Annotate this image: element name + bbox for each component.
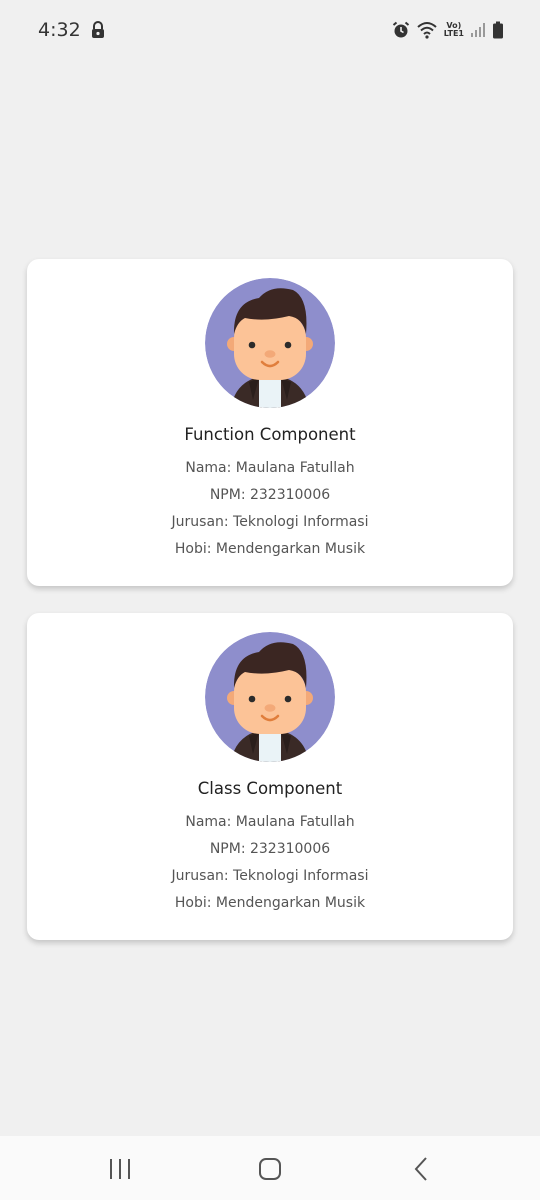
avatar xyxy=(205,632,335,762)
card-title: Function Component xyxy=(184,425,356,444)
avatar xyxy=(205,278,335,408)
profile-card-function: Function Component Nama: Maulana Fatulla… xyxy=(27,259,513,586)
wifi-icon xyxy=(417,22,437,39)
alarm-icon xyxy=(392,21,409,38)
info-jurusan: Jurusan: Teknologi Informasi xyxy=(171,514,369,530)
signal-icon xyxy=(471,23,485,37)
lock-icon xyxy=(91,21,104,38)
home-icon[interactable] xyxy=(255,1156,285,1182)
recent-apps-icon[interactable] xyxy=(105,1156,135,1182)
profile-card-class: Class Component Nama: Maulana Fatullah N… xyxy=(27,613,513,940)
info-nama: Nama: Maulana Fatullah xyxy=(185,460,355,476)
info-jurusan: Jurusan: Teknologi Informasi xyxy=(171,868,369,884)
info-npm: NPM: 232310006 xyxy=(209,487,331,503)
info-hobi: Hobi: Mendengarkan Musik xyxy=(174,541,366,557)
status-right: Vo) LTE1 xyxy=(392,21,504,39)
status-left: 4:32 xyxy=(38,19,105,41)
info-npm: NPM: 232310006 xyxy=(209,841,331,857)
info-nama: Nama: Maulana Fatullah xyxy=(185,814,355,830)
status-bar: 4:32 Vo) LTE1 xyxy=(0,0,540,60)
network-type-label: Vo) LTE1 xyxy=(443,21,464,38)
status-time: 4:32 xyxy=(38,19,81,41)
battery-icon xyxy=(493,21,503,39)
info-hobi: Hobi: Mendengarkan Musik xyxy=(174,895,366,911)
navigation-bar xyxy=(0,1136,540,1200)
back-icon[interactable] xyxy=(407,1156,437,1182)
card-title: Class Component xyxy=(197,779,343,798)
